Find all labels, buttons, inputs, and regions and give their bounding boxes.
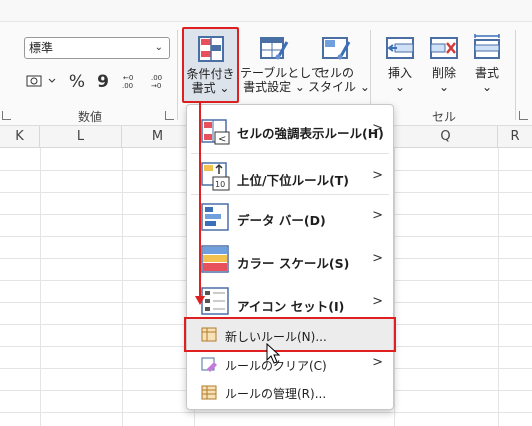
menu-item-label: セルの強調表示ルール(H) — [237, 126, 384, 141]
delete-cells-button[interactable]: 削除 ⌄ — [424, 28, 464, 102]
column-header-q[interactable]: Q — [394, 126, 498, 148]
percent-button[interactable]: % — [67, 72, 87, 92]
menu-separator — [191, 194, 389, 195]
cells-group-edge — [519, 111, 528, 120]
chevron-right-icon: > — [372, 355, 383, 370]
number-format-dropdown[interactable]: 標準 ⌄ — [24, 37, 170, 59]
grid-row-line — [0, 412, 532, 413]
top-bottom-rules-icon: 10 — [201, 160, 231, 191]
button-label-line2: ⌄ — [481, 80, 493, 94]
currency-icon — [26, 75, 56, 87]
highlight-cells-rules-icon: < — [201, 117, 231, 147]
top-bottom-icon-number: 10 — [215, 180, 225, 189]
button-label-line2: ⌄ — [394, 80, 406, 94]
column-header-m[interactable]: M — [122, 126, 194, 148]
chevron-right-icon: > — [372, 208, 383, 223]
number-dialog-launcher[interactable] — [165, 111, 174, 120]
format-as-table-icon — [259, 34, 289, 62]
title-strip — [0, 0, 532, 22]
menu-item-manage-rules[interactable]: ルールの管理(R)... — [187, 379, 393, 407]
button-label-line1: 挿入 — [387, 66, 412, 80]
group-divider — [177, 30, 178, 120]
chevron-down-icon: ⌄ — [154, 42, 163, 53]
button-label-line1: 書式 — [474, 66, 499, 80]
menu-item-label: ルールの管理(R)... — [225, 387, 327, 401]
group-divider — [515, 30, 516, 120]
grid-col-line — [40, 148, 41, 426]
data-bars-icon — [201, 203, 231, 233]
menu-item-label: アイコン セット(I) — [237, 299, 345, 314]
insert-icon — [385, 34, 415, 62]
button-label-line2: ⌄ — [438, 80, 450, 94]
button-label-line1: 削除 — [431, 66, 456, 80]
format-as-table-button[interactable]: テーブルとして 書式設定 ⌄ — [240, 28, 323, 102]
cell-styles-button[interactable]: セルの スタイル ⌄ — [308, 28, 370, 102]
insert-cells-button[interactable]: 挿入 ⌄ — [380, 28, 420, 102]
number-format-value: 標準 — [29, 41, 54, 55]
column-header-r[interactable]: R — [498, 126, 532, 148]
comma-style-button[interactable]: 9 — [94, 72, 112, 92]
chevron-right-icon: > — [372, 168, 383, 183]
annotation-arrow-head — [195, 296, 205, 305]
conditional-formatting-menu: < セルの強調表示ルール(H) > 10 上位/下位ルール(T) > データ バ… — [186, 104, 394, 410]
menu-item-label: カラー スケール(S) — [237, 256, 350, 271]
grid-col-line — [122, 148, 123, 426]
column-header-l[interactable]: L — [40, 126, 122, 148]
menu-item-highlight-cells-rules[interactable]: < セルの強調表示ルール(H) > — [187, 109, 393, 153]
decrease-decimal-button[interactable]: .00 →0 — [148, 72, 170, 92]
menu-item-label: 上位/下位ルール(T) — [237, 173, 350, 188]
menu-item-data-bars[interactable]: データ バー(D) > — [187, 197, 393, 237]
format-cells-button[interactable]: 書式 ⌄ — [467, 28, 507, 102]
menu-item-top-bottom-rules[interactable]: 10 上位/下位ルール(T) > — [187, 154, 393, 198]
delete-icon — [429, 34, 459, 62]
chevron-right-icon: > — [372, 294, 383, 309]
mouse-cursor-icon — [266, 343, 281, 364]
alignment-dialog-launcher[interactable] — [2, 111, 11, 120]
format-icon — [472, 34, 502, 62]
menu-item-clear-rules[interactable]: ルールのクリア(C) > — [187, 351, 393, 379]
svg-text:.00: .00 — [151, 74, 162, 82]
svg-text:.00: .00 — [122, 82, 133, 90]
grid-col-line — [394, 148, 395, 426]
menu-item-color-scales[interactable]: カラー スケール(S) > — [187, 239, 393, 281]
highlight-outline — [182, 27, 239, 103]
color-scales-icon — [201, 245, 231, 275]
decrease-decimal-icon: .00 →0 — [151, 74, 162, 90]
accounting-format-button[interactable] — [24, 72, 62, 92]
column-header-k[interactable]: K — [0, 126, 40, 148]
increase-decimal-icon: ←0 .00 — [122, 74, 133, 90]
cell-styles-icon — [321, 34, 351, 62]
chevron-right-icon: > — [372, 121, 383, 136]
button-label-line1: セルの — [317, 66, 354, 80]
chevron-right-icon: > — [372, 251, 383, 266]
manage-rules-icon — [201, 385, 219, 401]
icon-sets-icon — [201, 287, 231, 317]
grid-col-line — [498, 148, 499, 426]
svg-text:→0: →0 — [151, 82, 161, 90]
number-group-label: 数値 — [78, 110, 103, 124]
clear-rules-icon — [201, 357, 219, 373]
increase-decimal-button[interactable]: ←0 .00 — [120, 72, 142, 92]
button-label-line2: スタイル ⌄ — [308, 80, 370, 94]
menu-item-label: データ バー(D) — [237, 213, 326, 228]
annotation-arrow-line — [199, 101, 201, 301]
highlight-outline — [184, 317, 396, 352]
svg-text:←0: ←0 — [123, 74, 133, 82]
button-label-line2: 書式設定 ⌄ — [243, 80, 305, 94]
svg-text:<: < — [218, 134, 226, 145]
button-label-line1: テーブルとして — [240, 66, 323, 80]
cells-group-label: セル — [432, 110, 457, 124]
